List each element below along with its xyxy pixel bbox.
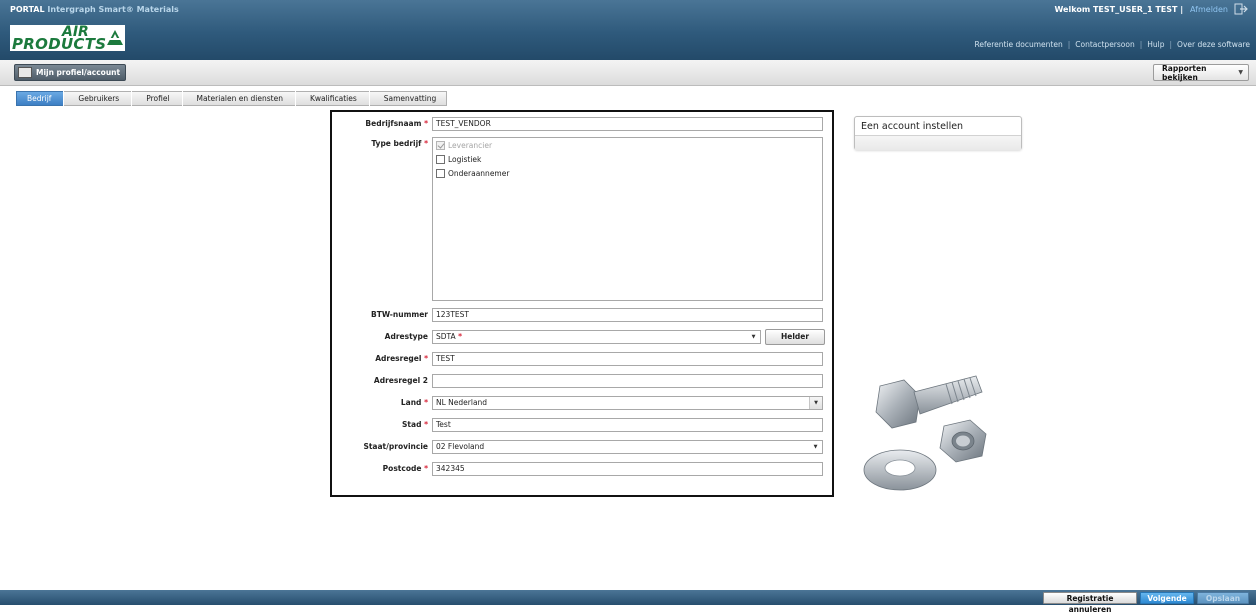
app-header: PORTAL Intergraph Smart® Materials AIR P… xyxy=(0,0,1256,60)
tab-qualifications[interactable]: Kwalificaties xyxy=(295,91,369,106)
vat-label: BTW-nummer xyxy=(371,310,428,319)
state-label: Staat/provincie xyxy=(363,442,428,451)
postcode-label: Postcode * xyxy=(382,464,428,473)
subcontractor-checkbox[interactable] xyxy=(436,169,445,178)
supplier-label: Leverancier xyxy=(448,141,493,150)
postcode-row: Postcode * 342345 xyxy=(332,462,832,476)
link-reference-documents[interactable]: Referentie documenten xyxy=(974,40,1062,49)
link-separator: | xyxy=(1067,40,1071,49)
my-profile-button[interactable]: Mijn profiel/account xyxy=(14,64,127,81)
logo-text-products: PRODUCTS xyxy=(12,35,107,53)
company-name-label: Bedrijfsnaam * xyxy=(365,119,428,128)
company-name-row: Bedrijfsnaam * TEST_VENDOR xyxy=(332,117,832,131)
my-profile-label: Mijn profiel/account xyxy=(36,68,121,77)
air-products-logo: AIR PRODUCTS xyxy=(10,24,125,53)
city-label: Stad * xyxy=(402,420,428,429)
tab-profile[interactable]: Profiel xyxy=(132,91,182,106)
tab-materials-services[interactable]: Materialen en diensten xyxy=(182,91,295,106)
home-icon xyxy=(18,67,32,78)
address-line-input[interactable]: TEST xyxy=(432,352,823,366)
tab-users[interactable]: Gebruikers xyxy=(64,91,132,106)
link-about[interactable]: Over deze software xyxy=(1177,40,1250,49)
setup-account-title: Een account instellen xyxy=(861,121,964,132)
logistics-label[interactable]: Logistiek xyxy=(448,155,481,164)
city-row: Stad * Test xyxy=(332,418,832,432)
tab-summary[interactable]: Samenvatting xyxy=(369,91,448,106)
company-name-input[interactable]: TEST_VENDOR xyxy=(432,117,823,131)
tab-company[interactable]: Bedrijf xyxy=(16,91,64,106)
vat-input[interactable]: 123TEST xyxy=(432,308,823,322)
state-row: Staat/provincie 02 Flevoland ▼ xyxy=(332,440,832,454)
country-select[interactable]: NL Nederland ▼ xyxy=(432,396,823,410)
next-button[interactable]: Volgende xyxy=(1140,592,1194,604)
type-option-supplier: Leverancier xyxy=(436,141,492,150)
address-type-required-marker: * xyxy=(458,332,462,341)
state-select[interactable]: 02 Flevoland ▼ xyxy=(432,440,823,454)
dropdown-caret-icon: ▼ xyxy=(809,397,822,409)
country-row: Land * NL Nederland ▼ xyxy=(332,396,832,410)
link-separator: | xyxy=(1169,40,1173,49)
company-type-label: Type bedrijf * xyxy=(371,139,428,148)
address-line2-label: Adresregel 2 xyxy=(373,376,428,385)
subcontractor-label[interactable]: Onderaannemer xyxy=(448,169,509,178)
address-type-value: SDTA xyxy=(436,332,456,341)
card-footer xyxy=(855,135,1021,150)
link-help[interactable]: Hulp xyxy=(1147,40,1164,49)
state-value: 02 Flevoland xyxy=(436,442,485,451)
address-type-select[interactable]: SDTA * ▼ xyxy=(432,330,761,344)
view-reports-label: Rapporten bekijken xyxy=(1162,63,1207,82)
company-form: Bedrijfsnaam * TEST_VENDOR Type bedrijf … xyxy=(330,110,834,497)
postcode-input[interactable]: 342345 xyxy=(432,462,823,476)
dropdown-caret-icon: ▼ xyxy=(809,441,822,453)
address-type-label: Adrestype xyxy=(384,332,428,341)
country-label: Land * xyxy=(400,398,428,407)
address-line-label: Adresregel * xyxy=(375,354,428,363)
dropdown-caret-icon: ▼ xyxy=(1238,69,1243,76)
address-type-row: Adrestype SDTA * ▼ Helder xyxy=(332,329,832,345)
portal-label: PORTAL xyxy=(10,5,45,14)
wizard-footer: Registratie annuleren Volgende Opslaan xyxy=(0,590,1256,614)
supplier-checkbox xyxy=(436,141,445,150)
logo-mark-icon xyxy=(107,30,123,45)
city-input[interactable]: Test xyxy=(432,418,823,432)
vat-row: BTW-nummer 123TEST xyxy=(332,308,832,322)
company-type-list: Leverancier Logistiek Onderaannemer xyxy=(432,137,823,301)
welcome-separator: | xyxy=(1180,5,1184,14)
country-value: NL Nederland xyxy=(436,398,488,407)
address-line2-input[interactable] xyxy=(432,374,823,388)
logistics-checkbox[interactable] xyxy=(436,155,445,164)
product-name: Intergraph Smart® Materials xyxy=(47,5,179,14)
toolbar: Mijn profiel/account Rapporten bekijken … xyxy=(0,60,1256,86)
link-contact[interactable]: Contactpersoon xyxy=(1075,40,1134,49)
portal-title: PORTAL Intergraph Smart® Materials xyxy=(10,5,179,14)
clear-button[interactable]: Helder xyxy=(765,329,825,345)
address-line2-row: Adresregel 2 xyxy=(332,374,832,388)
welcome-text: Welkom TEST_USER_1 TEST | Afmelden xyxy=(1055,5,1228,14)
welcome-user: Welkom TEST_USER_1 TEST xyxy=(1054,5,1178,14)
logout-link[interactable]: Afmelden xyxy=(1190,5,1228,14)
save-button[interactable]: Opslaan xyxy=(1197,592,1249,604)
address-line-row: Adresregel * TEST xyxy=(332,352,832,366)
dropdown-caret-icon: ▼ xyxy=(747,331,760,343)
setup-account-card: Een account instellen xyxy=(854,116,1022,150)
top-links: Referentie documenten | Contactpersoon |… xyxy=(974,40,1250,49)
type-option-logistics: Logistiek xyxy=(436,155,481,164)
view-reports-button[interactable]: Rapporten bekijken ▼ xyxy=(1153,63,1249,82)
cancel-registration-button[interactable]: Registratie annuleren xyxy=(1043,592,1137,614)
wizard-tabs: Bedrijf Gebruikers Profiel Materialen en… xyxy=(16,91,448,106)
link-separator: | xyxy=(1139,40,1143,49)
logout-icon[interactable] xyxy=(1234,3,1248,15)
type-option-subcontractor: Onderaannemer xyxy=(436,169,509,178)
bolt-nut-washer-image xyxy=(863,375,987,491)
